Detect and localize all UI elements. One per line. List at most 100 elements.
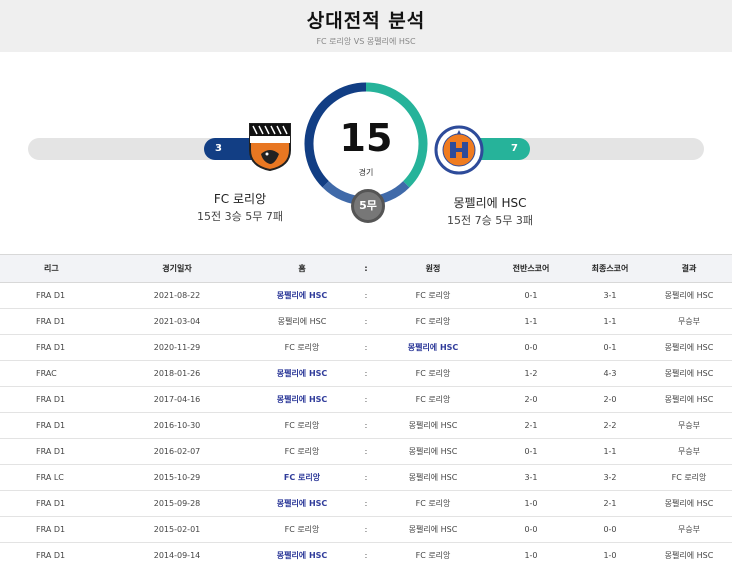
cell-league: FRA D1 (0, 308, 104, 335)
cell-separator: : (354, 438, 378, 465)
total-games-label: 경기 (358, 168, 374, 177)
cell-home-team: 몽펠리에 HSC (250, 360, 354, 387)
total-games: 15 (339, 116, 393, 160)
cell-date: 2016-10-30 (104, 412, 250, 439)
table-row[interactable]: FRAC 2018-01-26 몽펠리에 HSC: FC 로리앙 1-2 4-3 몽펠리에 … (0, 360, 732, 387)
cell-result: 몽펠리에 HSC (646, 360, 732, 387)
col-date: 경기일자 (104, 254, 250, 283)
cell-home-team: FC 로리앙 (250, 334, 354, 361)
cell-result: 무승부 (646, 412, 732, 439)
cell-final-score: 2-2 (574, 412, 646, 439)
page-title: 상대전적 분석 (306, 10, 426, 32)
col-result: 결과 (646, 254, 732, 283)
col-half-score: 전반스코어 (488, 254, 574, 283)
home-team-record: 15전 3승 5무 7패 (197, 210, 283, 223)
cell-separator: : (354, 412, 378, 439)
cell-result: 몽펠리에 HSC (646, 334, 732, 361)
cell-date: 2015-02-01 (104, 516, 250, 543)
col-away: 원정 (378, 254, 488, 283)
cell-result: FC 로리앙 (646, 464, 732, 491)
cell-final-score: 2-1 (574, 490, 646, 517)
cell-half-score: 2-1 (488, 412, 574, 439)
cell-result: 몽펠리에 HSC (646, 542, 732, 566)
table-row[interactable]: FRA D1 2021-03-04 몽펠리에 HSC: FC 로리앙 1-1 1-1 무승부 (0, 308, 732, 335)
cell-half-score: 0-1 (488, 438, 574, 465)
away-team-record: 15전 7승 5무 3패 (447, 214, 533, 227)
cell-home-team: FC 로리앙 (250, 438, 354, 465)
cell-away-team: 몽펠리에 HSC (378, 412, 488, 439)
cell-home-team: 몽펠리에 HSC (250, 308, 354, 335)
cell-result: 무승부 (646, 438, 732, 465)
cell-home-team: 몽펠리에 HSC (250, 282, 354, 309)
cell-away-team: 몽펠리에 HSC (378, 516, 488, 543)
cell-separator: : (354, 516, 378, 543)
cell-half-score: 1-0 (488, 542, 574, 566)
cell-home-team: 몽펠리에 HSC (250, 386, 354, 413)
cell-result: 무승부 (646, 308, 732, 335)
cell-league: FRAC (0, 360, 104, 387)
table-row[interactable]: FRA D1 2015-02-01 FC 로리앙: 몽펠리에 HSC 0-0 0-0 무승부 (0, 516, 732, 543)
cell-away-team: 몽펠리에 HSC (378, 438, 488, 465)
cell-league: FRA D1 (0, 412, 104, 439)
cell-half-score: 1-1 (488, 308, 574, 335)
cell-date: 2015-09-28 (104, 490, 250, 517)
cell-away-team: 몽펠리에 HSC (378, 464, 488, 491)
cell-half-score: 2-0 (488, 386, 574, 413)
cell-result: 몽펠리에 HSC (646, 282, 732, 309)
cell-result: 무승부 (646, 516, 732, 543)
cell-half-score: 3-1 (488, 464, 574, 491)
cell-away-team: FC 로리앙 (378, 490, 488, 517)
table-row[interactable]: FRA D1 2016-02-07 FC 로리앙: 몽펠리에 HSC 0-1 1-1 무승부 (0, 438, 732, 465)
head-to-head-summary: 3 7 15 경기 5무 FC 로리앙 15전 3승 5무 7패 몽펠리에 HS… (0, 52, 732, 254)
fc-lorient-logo (249, 123, 291, 172)
cell-home-team: 몽펠리에 HSC (250, 490, 354, 517)
cell-date: 2014-09-14 (104, 542, 250, 566)
col-league: 리그 (0, 254, 104, 283)
cell-league: FRA D1 (0, 542, 104, 566)
cell-final-score: 3-1 (574, 282, 646, 309)
cell-away-team: FC 로리앙 (378, 386, 488, 413)
cell-final-score: 0-1 (574, 334, 646, 361)
cell-date: 2017-04-16 (104, 386, 250, 413)
cell-league: FRA LC (0, 464, 104, 491)
cell-final-score: 1-1 (574, 308, 646, 335)
cell-away-team: FC 로리앙 (378, 282, 488, 309)
cell-half-score: 1-0 (488, 490, 574, 517)
cell-league: FRA D1 (0, 334, 104, 361)
page-subtitle: FC 로리앙 VS 몽펠리에 HSC (316, 37, 416, 46)
table-row[interactable]: FRA D1 2016-10-30 FC 로리앙: 몽펠리에 HSC 2-1 2-2 무승부 (0, 412, 732, 439)
cell-separator: : (354, 334, 378, 361)
cell-league: FRA D1 (0, 282, 104, 309)
cell-away-team: FC 로리앙 (378, 360, 488, 387)
cell-home-team: FC 로리앙 (250, 516, 354, 543)
table-row[interactable]: FRA D1 2015-09-28 몽펠리에 HSC: FC 로리앙 1-0 2-1 몽펠리… (0, 490, 732, 517)
match-history-table: 리그 경기일자 홈 : 원정 전반스코어 최종스코어 결과 FRA D1 2021… (0, 254, 732, 566)
home-team-name: FC 로리앙 (213, 192, 267, 206)
table-row[interactable]: FRA D1 2020-11-29 FC 로리앙: 몽펠리에 HSC 0-0 0-1 몽펠리… (0, 334, 732, 361)
col-separator: : (354, 254, 378, 283)
cell-separator: : (354, 282, 378, 309)
table-row[interactable]: FRA D1 2017-04-16 몽펠리에 HSC: FC 로리앙 2-0 2-0 몽펠리… (0, 386, 732, 413)
col-home: 홈 (250, 254, 354, 283)
away-team-info: 몽펠리에 HSC 15전 7승 5무 3패 (440, 194, 540, 228)
montpellier-hsc-logo (434, 125, 484, 175)
cell-final-score: 0-0 (574, 516, 646, 543)
cell-final-score: 1-0 (574, 542, 646, 566)
cell-half-score: 0-0 (488, 516, 574, 543)
cell-half-score: 1-2 (488, 360, 574, 387)
cell-away-team: 몽펠리에 HSC (378, 334, 488, 361)
cell-home-team: FC 로리앙 (250, 412, 354, 439)
cell-separator: : (354, 308, 378, 335)
table-row[interactable]: FRA LC 2015-10-29 FC 로리앙: 몽펠리에 HSC 3-1 3-2 FC … (0, 464, 732, 491)
cell-date: 2021-03-04 (104, 308, 250, 335)
cell-home-team: FC 로리앙 (250, 464, 354, 491)
table-row[interactable]: FRA D1 2014-09-14 몽펠리에 HSC: FC 로리앙 1-0 1-0 몽펠리… (0, 542, 732, 566)
home-team-info: FC 로리앙 15전 3승 5무 7패 (190, 190, 290, 224)
cell-away-team: FC 로리앙 (378, 542, 488, 566)
away-team-name: 몽펠리에 HSC (453, 196, 527, 210)
cell-date: 2015-10-29 (104, 464, 250, 491)
cell-result: 몽펠리에 HSC (646, 386, 732, 413)
cell-away-team: FC 로리앙 (378, 308, 488, 335)
cell-date: 2016-02-07 (104, 438, 250, 465)
table-row[interactable]: FRA D1 2021-08-22 몽펠리에 HSC: FC 로리앙 0-1 3-1 몽펠리… (0, 282, 732, 309)
